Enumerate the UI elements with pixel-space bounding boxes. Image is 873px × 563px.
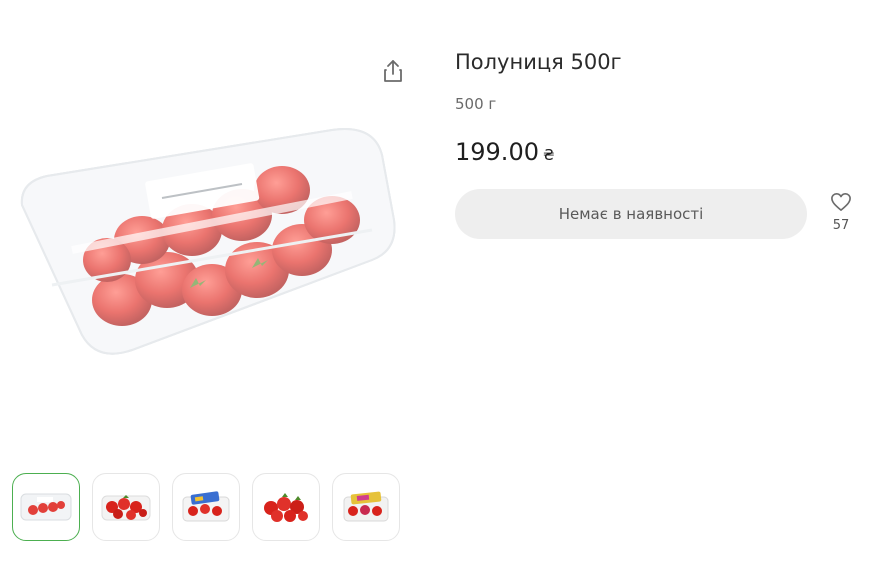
thumbnail-1[interactable] (12, 473, 80, 541)
product-price: 199.00 ₴ (455, 138, 555, 166)
thumbnail-2[interactable] (92, 473, 160, 541)
product-weight: 500 г (455, 95, 497, 113)
favorites-count: 57 (832, 218, 850, 233)
thumbnail-4[interactable] (252, 473, 320, 541)
share-icon (382, 59, 404, 87)
price-currency: ₴ (542, 146, 555, 164)
product-main-image (12, 110, 408, 380)
favorite-button[interactable]: 57 (826, 192, 856, 233)
out-of-stock-button[interactable]: Немає в наявності (455, 189, 807, 239)
heart-icon (830, 193, 852, 216)
thumbnail-gallery (12, 473, 400, 541)
price-value: 199.00 (455, 138, 539, 166)
thumbnail-5[interactable] (332, 473, 400, 541)
product-title: Полуниця 500г (455, 50, 622, 74)
share-button[interactable] (378, 58, 408, 88)
thumbnail-3[interactable] (172, 473, 240, 541)
